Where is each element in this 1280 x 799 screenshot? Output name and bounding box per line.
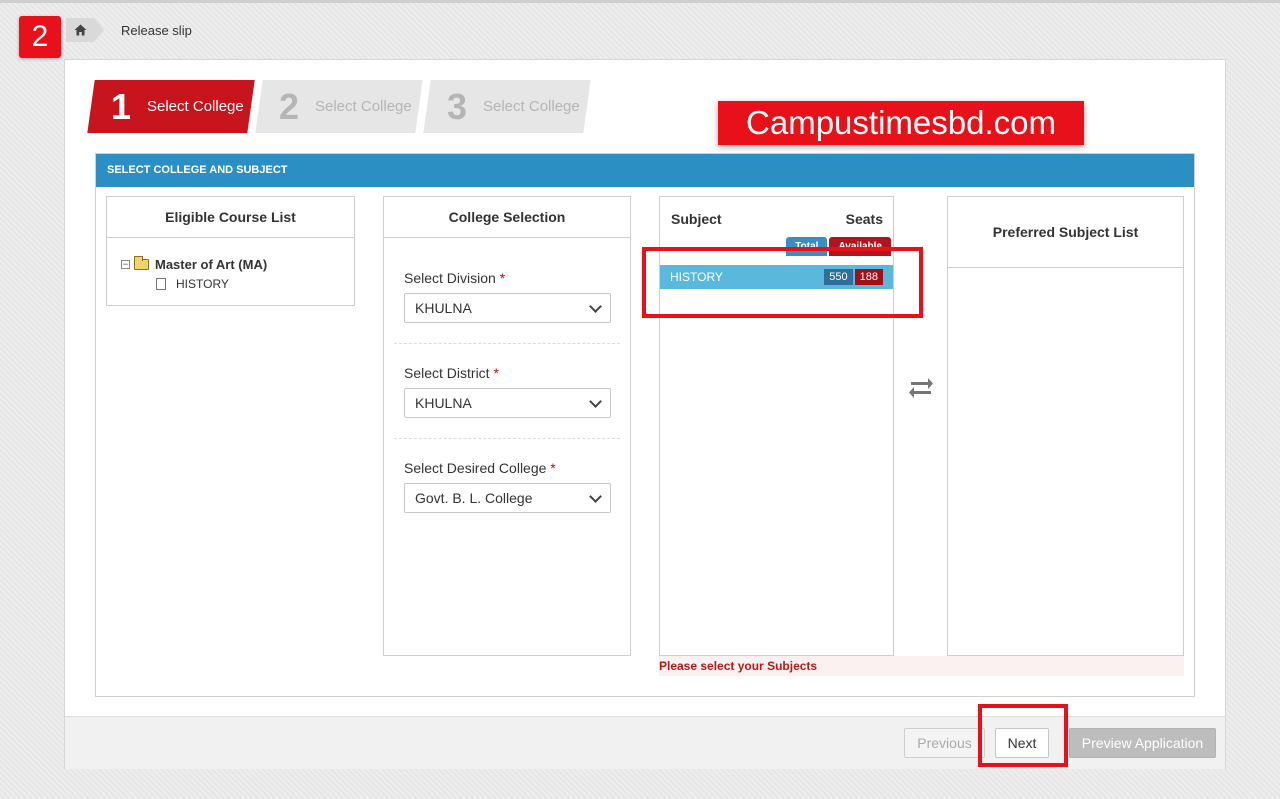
college-label-text: Select Desired College bbox=[404, 460, 547, 476]
subject-column-header: Subject bbox=[671, 211, 722, 227]
required-mark: * bbox=[550, 460, 556, 476]
division-label: Select Division * bbox=[394, 270, 620, 286]
wizard-step-number: 2 bbox=[279, 85, 300, 127]
home-icon[interactable] bbox=[66, 18, 104, 42]
division-value: KHULNA bbox=[415, 300, 472, 316]
course-list-title: Eligible Course List bbox=[107, 197, 354, 238]
previous-button[interactable]: Previous bbox=[904, 728, 985, 758]
highlight-box-next bbox=[978, 704, 1068, 767]
select-college-panel: SELECT COLLEGE AND SUBJECT Eligible Cour… bbox=[95, 153, 1195, 697]
document-icon bbox=[156, 278, 166, 290]
subject-list-header: Subject Seats bbox=[660, 197, 893, 227]
course-name: Master of Art (MA) bbox=[155, 256, 268, 272]
division-select[interactable]: KHULNA bbox=[404, 293, 611, 323]
divider bbox=[394, 343, 620, 344]
required-mark: * bbox=[493, 365, 499, 381]
preview-application-button[interactable]: Preview Application bbox=[1069, 728, 1216, 758]
eligible-course-list: Eligible Course List − Master of Art (MA… bbox=[106, 196, 355, 306]
district-field-group: Select District * KHULNA bbox=[394, 365, 620, 418]
division-field-group: Select Division * KHULNA bbox=[394, 270, 620, 323]
required-mark: * bbox=[499, 270, 506, 286]
college-value: Govt. B. L. College bbox=[415, 490, 533, 506]
chevron-down-icon bbox=[589, 395, 602, 408]
district-label-text: Select District bbox=[404, 365, 490, 381]
college-field-group: Select Desired College * Govt. B. L. Col… bbox=[394, 460, 620, 513]
folder-icon bbox=[134, 255, 149, 270]
chevron-down-icon bbox=[589, 490, 602, 503]
tree-node-subject[interactable]: HISTORY bbox=[121, 274, 354, 294]
wizard-step-label: Select College bbox=[315, 98, 412, 115]
wizard-step-label: Select College bbox=[147, 98, 244, 115]
tree-node-course[interactable]: − Master of Art (MA) bbox=[121, 254, 354, 274]
district-label: Select District * bbox=[394, 365, 620, 381]
top-border bbox=[0, 0, 1280, 3]
district-value: KHULNA bbox=[415, 395, 472, 411]
wizard-step-1[interactable]: 1 Select College bbox=[87, 80, 255, 133]
course-subject-name: HISTORY bbox=[176, 277, 229, 291]
chevron-down-icon bbox=[589, 300, 602, 313]
district-select[interactable]: KHULNA bbox=[404, 388, 611, 418]
wizard-step-2[interactable]: 2 Select College bbox=[255, 80, 423, 133]
wizard-step-number: 1 bbox=[111, 85, 132, 127]
breadcrumb: Release slip bbox=[66, 18, 192, 42]
division-label-text: Select Division bbox=[404, 270, 496, 286]
transfer-arrows-icon[interactable] bbox=[908, 373, 934, 403]
preferred-list-title: Preferred Subject List bbox=[948, 197, 1183, 268]
divider bbox=[394, 438, 620, 439]
watermark-banner: Campustimesbd.com bbox=[718, 101, 1084, 145]
panel-title: SELECT COLLEGE AND SUBJECT bbox=[96, 154, 1194, 187]
college-select[interactable]: Govt. B. L. College bbox=[404, 483, 611, 513]
collapse-icon[interactable]: − bbox=[121, 259, 130, 269]
wizard-step-3[interactable]: 3 Select College bbox=[423, 80, 591, 133]
college-selection-title: College Selection bbox=[384, 197, 630, 238]
preferred-subject-list[interactable]: Preferred Subject List bbox=[947, 196, 1184, 656]
application-card: 1 Select College 2 Select College 3 Select … bbox=[64, 59, 1226, 769]
wizard-step-number: 3 bbox=[447, 85, 468, 127]
wizard-step-label: Select College bbox=[483, 98, 580, 115]
college-selection: College Selection Select Division * KHUL… bbox=[383, 196, 631, 656]
breadcrumb-current[interactable]: Release slip bbox=[121, 23, 192, 38]
seats-column-header: Seats bbox=[845, 211, 883, 227]
course-tree: − Master of Art (MA) HISTORY bbox=[107, 238, 354, 294]
validation-message: Please select your Subjects bbox=[659, 656, 1184, 676]
highlight-box-subject bbox=[642, 247, 923, 318]
step-marker-badge: 2 bbox=[19, 16, 61, 58]
college-label: Select Desired College * bbox=[394, 460, 620, 476]
